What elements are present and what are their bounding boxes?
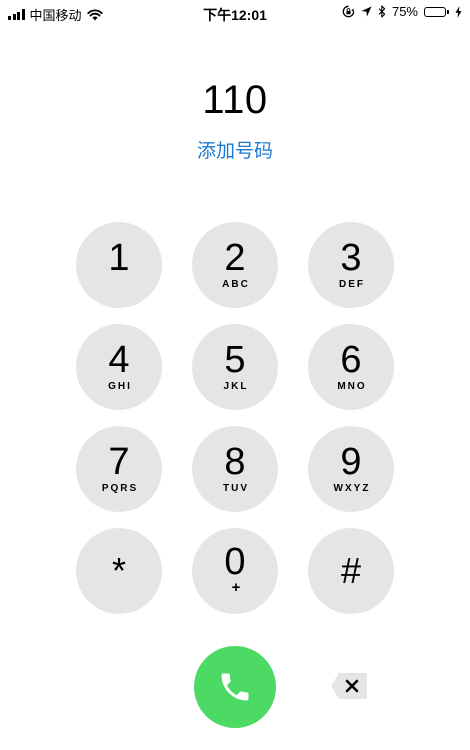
key-digit: 9 (340, 441, 362, 483)
key-9[interactable]: 9 WXYZ (308, 426, 394, 512)
delete-icon (331, 673, 367, 699)
key-letters: TUV (223, 483, 249, 494)
key-letters: GHI (108, 381, 132, 392)
key-letters: JKL (223, 381, 249, 392)
delete-button[interactable] (330, 672, 368, 700)
add-number-button[interactable]: 添加号码 (0, 136, 470, 163)
phone-icon (221, 673, 249, 701)
key-digit: 7 (108, 441, 130, 483)
key-digit: 0 (224, 541, 246, 583)
key-digit: 3 (340, 237, 362, 279)
key-digit: 5 (224, 339, 246, 381)
key-digit: 1 (108, 237, 130, 279)
key-letters: DEF (339, 279, 365, 290)
key-star[interactable]: * (76, 528, 162, 614)
bluetooth-icon (378, 5, 386, 18)
key-letters: + (231, 579, 241, 596)
key-5[interactable]: 5 JKL (192, 324, 278, 410)
key-7[interactable]: 7 PQRS (76, 426, 162, 512)
key-6[interactable]: 6 MNO (308, 324, 394, 410)
battery-percent: 75% (391, 4, 418, 19)
orientation-lock-icon (342, 5, 355, 18)
key-digit: # (340, 550, 362, 591)
key-letters: ABC (222, 279, 250, 290)
key-digit: 4 (108, 339, 130, 381)
key-8[interactable]: 8 TUV (192, 426, 278, 512)
location-icon (361, 6, 372, 17)
key-letters: WXYZ (333, 483, 371, 494)
charging-icon (455, 5, 462, 18)
key-digit: 6 (340, 339, 362, 381)
key-letters: PQRS (101, 483, 139, 494)
key-digit: * (111, 550, 126, 591)
status-right: 75% (342, 4, 462, 19)
key-0[interactable]: 0 + (192, 528, 278, 614)
number-display: 110 (202, 78, 268, 122)
key-digit: 8 (224, 441, 246, 483)
key-4[interactable]: 4 GHI (76, 324, 162, 410)
status-bar: 中国移动 下午12:01 75% (0, 0, 470, 26)
key-2[interactable]: 2 ABC (192, 222, 278, 308)
key-hash[interactable]: # (308, 528, 394, 614)
key-letters: MNO (337, 381, 367, 392)
call-button[interactable] (194, 646, 276, 728)
keypad: 1 2 ABC 3 DEF 4 GHI 5 JKL 6 MNO 7 PQRS 8… (76, 222, 394, 616)
key-digit: 2 (224, 237, 246, 279)
battery-icon (424, 6, 449, 17)
key-1[interactable]: 1 (76, 222, 162, 308)
key-3[interactable]: 3 DEF (308, 222, 394, 308)
